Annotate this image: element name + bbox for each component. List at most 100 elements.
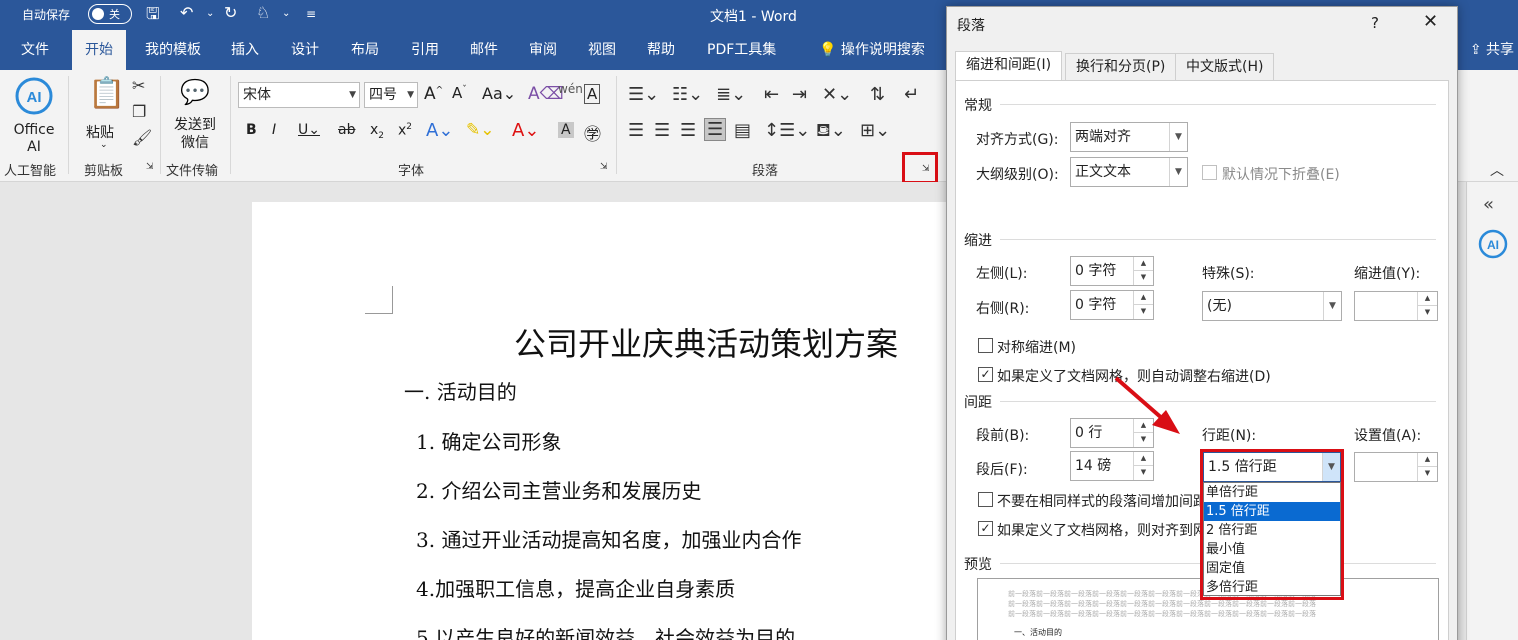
customize-quick-access-icon[interactable]: ≡: [306, 7, 316, 21]
send-to-wechat-button[interactable]: 💬 发送到微信: [170, 76, 220, 156]
no-space-same-style-checkbox[interactable]: [978, 492, 993, 507]
spin-up-icon[interactable]: ▲: [1133, 291, 1153, 305]
tab-help[interactable]: 帮助: [634, 30, 688, 70]
tab-my-templates[interactable]: 我的模板: [132, 30, 214, 70]
font-launcher-icon[interactable]: ⇲: [600, 162, 608, 172]
spacing-at-input[interactable]: ▲ ▼: [1354, 452, 1438, 482]
multilevel-list-icon[interactable]: ≣⌄: [716, 84, 746, 105]
spin-down-icon[interactable]: ▼: [1133, 271, 1153, 285]
shading-icon[interactable]: ⛾⌄: [816, 120, 846, 144]
spin-up-icon[interactable]: ▲: [1133, 257, 1153, 271]
align-center-icon[interactable]: ☰: [654, 120, 670, 141]
indent-right-input[interactable]: 0 字符 ▲ ▼: [1070, 290, 1154, 320]
font-color-icon[interactable]: A⌄: [512, 120, 539, 141]
format-painter-icon[interactable]: 🖌: [132, 128, 152, 147]
spin-up-icon[interactable]: ▲: [1133, 452, 1153, 466]
indent-left-input[interactable]: 0 字符 ▲ ▼: [1070, 256, 1154, 286]
tab-layout[interactable]: 布局: [338, 30, 392, 70]
increase-indent-icon[interactable]: ⇥: [792, 84, 807, 105]
character-border-icon[interactable]: A: [584, 84, 601, 104]
doc-line[interactable]: 3. 通过开业活动提高知名度，加强业内合作: [416, 524, 801, 553]
redo-icon[interactable]: ↻: [224, 3, 237, 22]
show-marks-icon[interactable]: ↵: [904, 84, 919, 105]
grow-font-icon[interactable]: A^: [424, 84, 443, 104]
tab-line-page-breaks[interactable]: 换行和分页(P): [1065, 53, 1177, 81]
spacing-before-input[interactable]: 0 行 ▲ ▼: [1070, 418, 1154, 448]
shrink-font-icon[interactable]: Aˇ: [452, 84, 467, 102]
ai-assistant-icon[interactable]: AI: [1477, 228, 1509, 260]
undo-dropdown-icon[interactable]: ⌄: [206, 8, 214, 19]
numbering-icon[interactable]: ☷⌄: [672, 84, 703, 105]
tab-design[interactable]: 设计: [278, 30, 332, 70]
change-case-icon[interactable]: Aa⌄: [482, 84, 516, 103]
tab-insert[interactable]: 插入: [218, 30, 272, 70]
snap-to-grid-checkbox[interactable]: ✓: [978, 521, 993, 536]
spin-down-icon[interactable]: ▼: [1133, 433, 1153, 447]
spin-up-icon[interactable]: ▲: [1417, 453, 1437, 467]
bold-icon[interactable]: B: [246, 122, 257, 138]
font-name-combo[interactable]: 宋体 ▼: [238, 82, 360, 108]
borders-icon[interactable]: ⊞⌄: [860, 120, 890, 141]
special-indent-select[interactable]: (无) ▼: [1202, 291, 1342, 321]
tab-mailings[interactable]: 邮件: [457, 30, 511, 70]
alignment-select[interactable]: 两端对齐 ▼: [1070, 122, 1188, 152]
spin-down-icon[interactable]: ▼: [1133, 305, 1153, 319]
doc-line[interactable]: 一. 活动目的: [404, 376, 517, 405]
italic-icon[interactable]: I: [272, 122, 276, 138]
quick-dropdown-icon[interactable]: ⌄: [282, 8, 290, 19]
copy-icon[interactable]: ❐: [132, 102, 146, 121]
text-effects-icon[interactable]: A⌄: [426, 120, 453, 141]
highlight-icon[interactable]: ✎⌄: [466, 120, 495, 140]
tab-review[interactable]: 审阅: [516, 30, 570, 70]
undo-icon[interactable]: ↶: [180, 3, 193, 22]
asian-layout-icon[interactable]: ✕⌄: [822, 84, 852, 105]
tab-file[interactable]: 文件: [8, 30, 62, 70]
format-painter-quick-icon[interactable]: ♘: [256, 3, 270, 22]
help-icon[interactable]: ?: [1371, 14, 1379, 32]
tab-home[interactable]: 开始: [72, 30, 126, 70]
underline-icon[interactable]: U⌄: [298, 122, 320, 138]
tab-indents-spacing[interactable]: 缩进和间距(I): [955, 51, 1063, 81]
save-icon[interactable]: 🖫: [146, 3, 160, 30]
office-ai-button[interactable]: AI Office AI: [8, 76, 60, 156]
auto-adjust-checkbox[interactable]: ✓: [978, 367, 993, 382]
expand-pane-icon[interactable]: «: [1483, 194, 1494, 215]
spin-up-icon[interactable]: ▲: [1417, 292, 1437, 306]
collapse-default-checkbox[interactable]: [1202, 165, 1217, 180]
clipboard-launcher-icon[interactable]: ⇲: [146, 162, 154, 172]
align-left-icon[interactable]: ☰: [628, 120, 644, 141]
spacing-after-input[interactable]: 14 磅 ▲ ▼: [1070, 451, 1154, 481]
tab-pdf-tools[interactable]: PDF工具集: [694, 30, 789, 70]
doc-line[interactable]: 2. 介绍公司主营业务和发展历史: [416, 475, 701, 504]
indent-by-input[interactable]: ▲ ▼: [1354, 291, 1438, 321]
document-page[interactable]: 公司开业庆典活动策划方案 一. 活动目的 1. 确定公司形象 2. 介绍公司主营…: [252, 202, 952, 640]
spin-up-icon[interactable]: ▲: [1133, 419, 1153, 433]
tab-asian-typography[interactable]: 中文版式(H): [1175, 53, 1275, 81]
tell-me-search[interactable]: 💡 操作说明搜索: [806, 30, 938, 70]
align-right-icon[interactable]: ☰: [680, 120, 696, 141]
close-icon[interactable]: ✕: [1423, 11, 1438, 32]
font-size-combo[interactable]: 四号 ▼: [364, 82, 418, 108]
doc-line[interactable]: 1. 确定公司形象: [416, 426, 561, 455]
distributed-icon[interactable]: ▤: [734, 120, 751, 141]
autosave-toggle[interactable]: 关: [88, 4, 132, 24]
doc-line[interactable]: 5.以产生良好的新闻效益，社会效益为目的: [416, 622, 795, 640]
justify-icon[interactable]: ☰: [704, 118, 727, 141]
subscript-icon[interactable]: x2: [370, 122, 384, 141]
mirror-indents-checkbox[interactable]: [978, 338, 993, 353]
bullets-icon[interactable]: ☰⌄: [628, 84, 659, 105]
spin-down-icon[interactable]: ▼: [1417, 467, 1437, 481]
superscript-icon[interactable]: x2: [398, 122, 412, 139]
line-spacing-icon[interactable]: ↕☰⌄: [764, 120, 810, 141]
share-button[interactable]: ⇪ 共享: [1470, 30, 1514, 70]
document-heading[interactable]: 公司开业庆典活动策划方案: [514, 319, 898, 365]
cut-icon[interactable]: ✂: [132, 76, 145, 95]
enclose-characters-icon[interactable]: ㊫: [584, 120, 601, 145]
outline-level-select[interactable]: 正文文本 ▼: [1070, 157, 1188, 187]
phonetic-guide-icon[interactable]: wén: [558, 82, 583, 96]
tab-references[interactable]: 引用: [398, 30, 452, 70]
spin-down-icon[interactable]: ▼: [1133, 466, 1153, 480]
doc-line[interactable]: 4.加强职工信息，提高企业自身素质: [416, 573, 735, 602]
spin-down-icon[interactable]: ▼: [1417, 306, 1437, 320]
character-shading-icon[interactable]: A: [558, 122, 574, 138]
